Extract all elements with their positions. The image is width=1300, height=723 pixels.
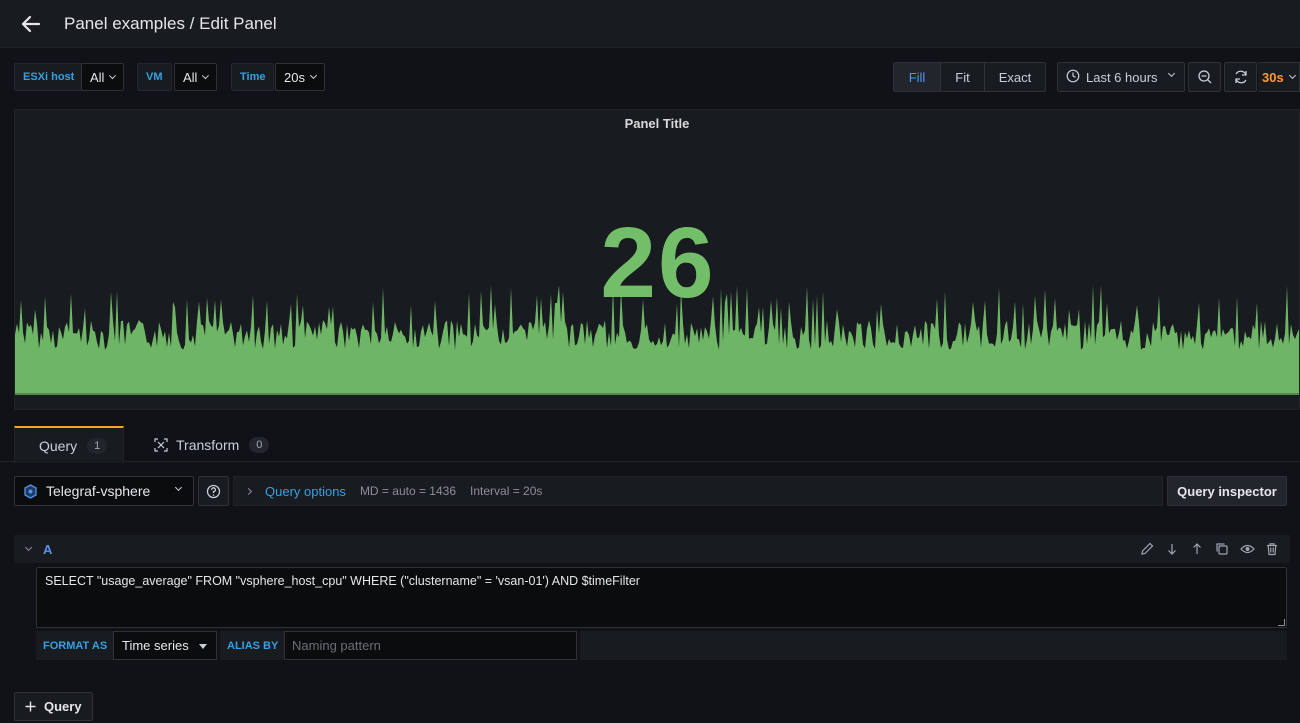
query-editor: Telegraf-vsphere Query options MD = auto… (0, 463, 1300, 723)
chevron-down-icon (1288, 71, 1296, 80)
add-query-label: Query (44, 699, 82, 714)
tab-count-badge: 0 (249, 436, 270, 453)
add-query-button[interactable]: Query (14, 692, 93, 721)
help-button[interactable] (198, 476, 229, 506)
stat-value: 26 (600, 207, 716, 319)
interval-info: Interval = 20s (470, 484, 543, 498)
variables-bar: ESXi host All VM All Time 20s Fill Fit E… (0, 48, 1300, 106)
move-down-icon[interactable] (1164, 541, 1180, 557)
chevron-down-icon (202, 72, 210, 79)
time-range-label: Last 6 hours (1086, 69, 1158, 85)
tab-count-badge: 1 (87, 437, 108, 454)
alias-by-input[interactable] (284, 631, 577, 660)
variable-value: 20s (284, 69, 305, 85)
display-mode-group: Fill Fit Exact (893, 62, 1046, 92)
editor-tabs: Query 1 Transform 0 (0, 424, 1300, 463)
mode-fill-button[interactable]: Fill (894, 63, 941, 91)
chevron-down-icon (109, 72, 117, 79)
refresh-icon (1234, 70, 1247, 84)
sparkline-baseline (15, 393, 1299, 395)
tab-transform[interactable]: Transform 0 (138, 426, 285, 463)
top-header: Panel examples / Edit Panel (0, 0, 1300, 48)
query-options-label[interactable]: Query options (265, 484, 346, 499)
row-filler (580, 631, 1287, 660)
back-arrow-icon[interactable] (18, 11, 44, 37)
mode-exact-button[interactable]: Exact (985, 63, 1045, 91)
tab-label: Transform (176, 436, 240, 453)
variable-value: All (90, 69, 105, 85)
chevron-right-icon (244, 487, 253, 495)
format-as-value: Time series (122, 638, 189, 653)
query-textarea[interactable]: SELECT "usage_average" FROM "vsphere_hos… (36, 567, 1287, 628)
trash-icon[interactable] (1264, 541, 1280, 557)
refresh-interval-label: 30s (1262, 69, 1284, 85)
collapse-chevron-icon[interactable] (24, 543, 33, 552)
format-as-label: FORMAT AS (36, 631, 115, 660)
move-up-icon[interactable] (1189, 541, 1205, 557)
variable-label-vm: VM (137, 63, 172, 91)
chevron-down-icon (1167, 69, 1176, 78)
duplicate-icon[interactable] (1214, 541, 1230, 557)
variable-label-esxi-host: ESXi host (14, 63, 84, 91)
datasource-name: Telegraf-vsphere (46, 483, 151, 499)
alias-by-label: ALIAS BY (220, 631, 286, 660)
chevron-down-icon (309, 71, 318, 80)
page-title: Panel examples / Edit Panel (64, 13, 277, 33)
variable-select-vm[interactable]: All (174, 63, 217, 91)
panel-title[interactable]: Panel Title (15, 116, 1299, 131)
datasource-icon (24, 483, 37, 499)
time-range-picker[interactable]: Last 6 hours (1057, 62, 1185, 92)
variable-select-esxi-host[interactable]: All (81, 63, 124, 91)
edit-icon[interactable] (1139, 541, 1155, 557)
clock-icon (1066, 69, 1080, 86)
variable-value: All (183, 69, 198, 85)
query-row-actions (1139, 541, 1280, 557)
transform-icon (154, 437, 168, 452)
query-options-bar[interactable]: Query options MD = auto = 1436 Interval … (233, 476, 1163, 506)
max-data-points-info: MD = auto = 1436 (359, 484, 457, 498)
variable-select-time[interactable]: 20s (275, 63, 325, 91)
query-inspector-button[interactable]: Query inspector (1167, 476, 1287, 506)
format-as-select[interactable]: Time series (113, 631, 217, 660)
refresh-interval-picker[interactable]: 30s (1258, 62, 1300, 92)
refresh-button[interactable] (1224, 62, 1257, 92)
tab-label: Query (39, 437, 78, 454)
datasource-picker[interactable]: Telegraf-vsphere (14, 476, 194, 506)
zoom-out-button[interactable] (1188, 62, 1221, 92)
plus-icon (25, 701, 36, 712)
tab-query[interactable]: Query 1 (14, 426, 124, 463)
eye-icon[interactable] (1239, 541, 1255, 557)
zoom-out-icon (1197, 70, 1211, 84)
panel-preview: Panel Title 26 (14, 109, 1300, 410)
caret-down-icon (199, 644, 207, 649)
query-row-header: A (14, 535, 1290, 563)
chevron-down-icon (174, 483, 183, 492)
mode-fit-button[interactable]: Fit (941, 63, 985, 91)
variable-label-time: Time (231, 63, 275, 91)
question-circle-icon (206, 484, 221, 498)
query-ref-id[interactable]: A (43, 542, 52, 557)
resize-handle-icon[interactable] (1278, 619, 1285, 626)
